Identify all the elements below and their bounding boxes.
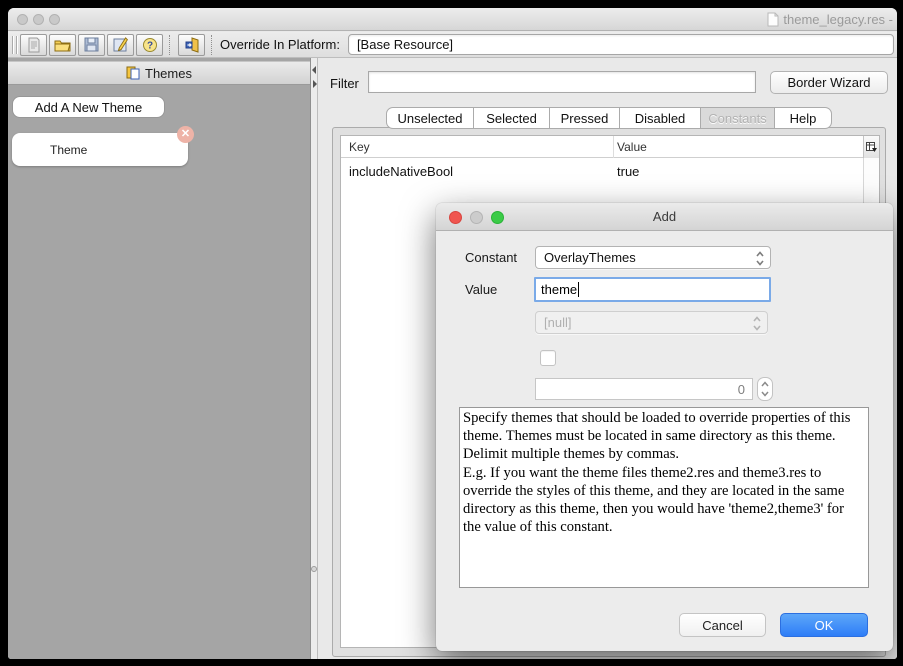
constant-help-text: Specify themes that should be loaded to …	[459, 407, 869, 588]
exit-icon	[184, 37, 200, 53]
style-tabs: Unselected Selected Pressed Disabled Con…	[386, 107, 832, 129]
constant-label: Constant	[465, 250, 517, 265]
tab-help[interactable]: Help	[775, 107, 832, 129]
minimize-window-button[interactable]	[33, 14, 44, 25]
dialog-title: Add	[436, 209, 893, 224]
table-header: Key Value	[341, 136, 879, 158]
new-document-icon	[27, 37, 41, 53]
constant-combobox[interactable]: OverlayThemes	[535, 246, 771, 269]
save-icon	[84, 37, 99, 52]
help-button[interactable]: ?	[136, 34, 163, 56]
tab-disabled[interactable]: Disabled	[620, 107, 701, 129]
value-label: Value	[465, 282, 497, 297]
open-folder-icon	[54, 38, 71, 52]
value-input[interactable]: theme	[534, 277, 771, 302]
filter-label: Filter	[330, 76, 359, 91]
tab-constants[interactable]: Constants	[701, 107, 775, 129]
toolbar: ? Override In Platform: [Base Resource]	[8, 32, 897, 58]
themes-header: Themes	[8, 61, 310, 85]
exit-button[interactable]	[178, 34, 205, 56]
table-row[interactable]: includeNativeBool true	[341, 158, 863, 184]
themes-sidebar: Themes Add A New Theme Theme ✕	[8, 58, 310, 659]
toolbar-drag-handle[interactable]	[12, 36, 14, 54]
splitter-grip[interactable]	[311, 566, 317, 572]
svg-text:?: ?	[146, 40, 152, 51]
close-window-button[interactable]	[17, 14, 28, 25]
save-as-button[interactable]	[107, 34, 134, 56]
spinner-stepper-icon	[758, 378, 772, 400]
collapse-left-icon[interactable]	[312, 66, 316, 74]
column-divider	[613, 136, 614, 158]
combo-stepper-icon	[752, 315, 762, 332]
toolbar-separator	[211, 35, 212, 55]
new-document-button[interactable]	[20, 34, 47, 56]
column-header-value[interactable]: Value	[617, 140, 647, 154]
override-in-platform-label: Override In Platform:	[220, 37, 340, 52]
text-caret	[578, 282, 579, 297]
themes-icon	[126, 66, 140, 80]
open-button[interactable]	[49, 34, 76, 56]
tab-unselected[interactable]: Unselected	[386, 107, 474, 129]
toolbar-drag-handle[interactable]	[16, 36, 18, 54]
column-header-key[interactable]: Key	[349, 140, 370, 154]
column-control-icon	[866, 142, 877, 153]
toolbar-separator	[169, 35, 170, 55]
document-icon	[767, 12, 779, 27]
dialog-titlebar: Add	[436, 203, 893, 231]
cancel-button[interactable]: Cancel	[679, 613, 766, 637]
add-new-theme-button[interactable]: Add A New Theme	[12, 96, 165, 118]
combo-stepper-icon	[755, 250, 765, 267]
ok-button[interactable]: OK	[780, 613, 868, 637]
save-edit-icon	[113, 37, 129, 53]
expand-right-icon[interactable]	[313, 80, 317, 88]
window-titlebar: theme_legacy.res -	[8, 8, 897, 31]
add-constant-dialog: Add Constant OverlayThemes Value theme […	[436, 203, 893, 651]
zoom-window-button[interactable]	[49, 14, 60, 25]
tab-selected[interactable]: Selected	[474, 107, 550, 129]
null-combobox: [null]	[535, 311, 768, 334]
screen: theme_legacy.res -	[0, 0, 903, 666]
border-wizard-button[interactable]: Border Wizard	[770, 71, 888, 94]
row-value-cell[interactable]: true	[617, 164, 639, 179]
platform-combobox[interactable]: [Base Resource]	[348, 34, 894, 55]
row-key-cell[interactable]: includeNativeBool	[349, 164, 453, 179]
delete-theme-icon[interactable]: ✕	[177, 126, 194, 143]
window-title: theme_legacy.res -	[767, 11, 893, 28]
theme-list-item[interactable]: Theme ✕	[12, 133, 188, 166]
column-control-button[interactable]	[863, 136, 879, 158]
tab-pressed[interactable]: Pressed	[550, 107, 620, 129]
help-icon: ?	[142, 37, 158, 53]
filter-input[interactable]	[368, 71, 756, 93]
spinner-stepper[interactable]	[757, 377, 773, 401]
save-button[interactable]	[78, 34, 105, 56]
boolean-checkbox[interactable]	[540, 350, 556, 366]
sidebar-splitter[interactable]	[310, 58, 318, 659]
number-spinner-field[interactable]: 0	[535, 378, 753, 400]
